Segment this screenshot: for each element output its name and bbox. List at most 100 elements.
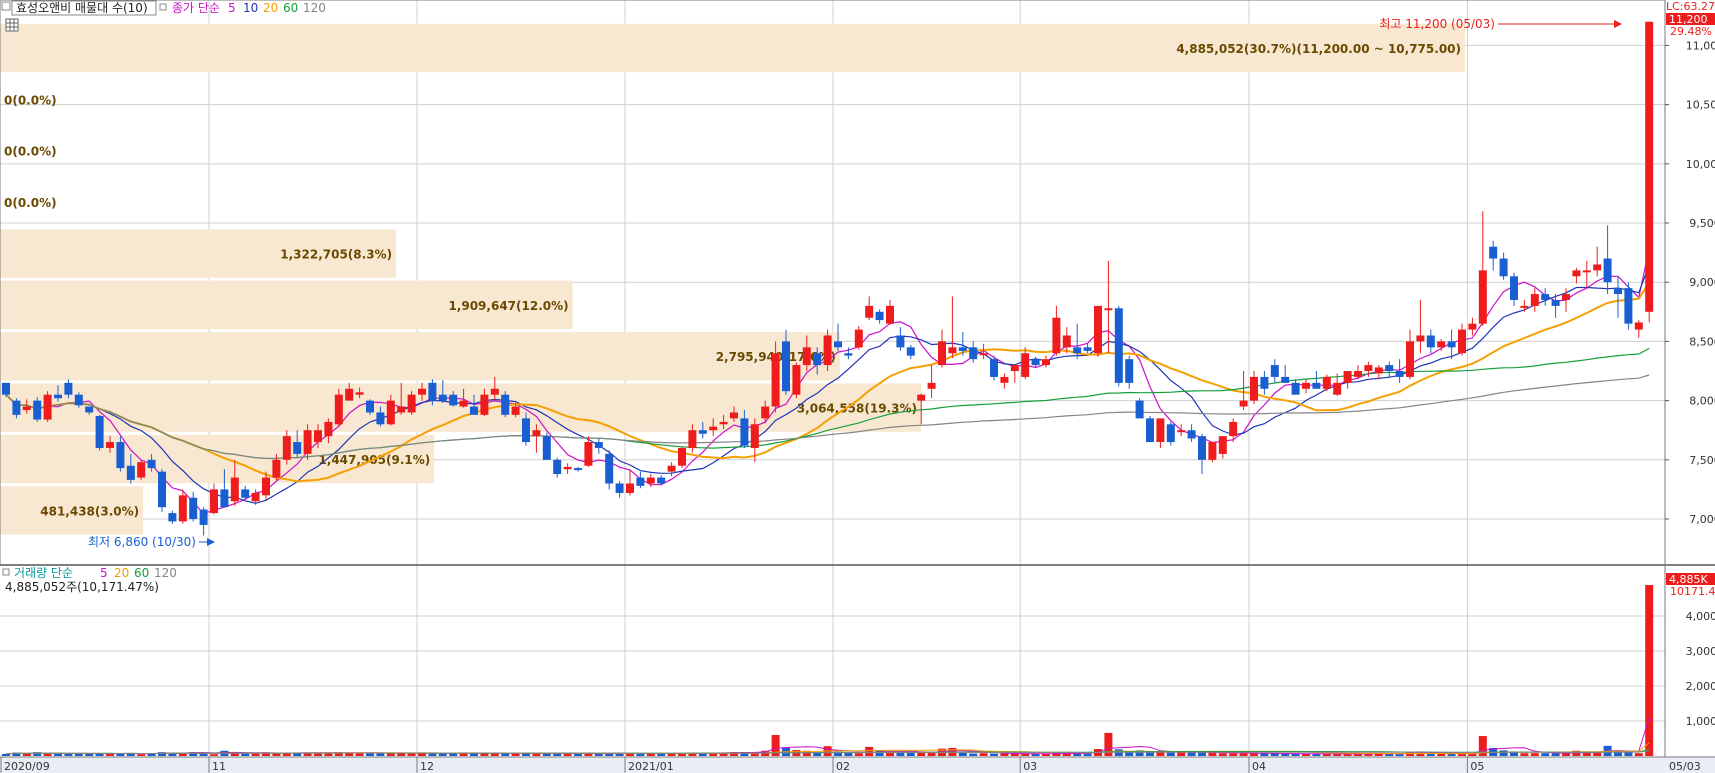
- volume-bar: [1624, 752, 1633, 756]
- candle-body: [740, 418, 749, 446]
- time-tick-label: 11: [212, 760, 226, 773]
- price-tick-label: 8,500: [1689, 335, 1715, 348]
- volume-bar: [958, 752, 967, 756]
- candle-body: [1593, 264, 1602, 271]
- price-tick-label: 10,500: [1686, 99, 1715, 112]
- table-icon[interactable]: [5, 18, 19, 32]
- candle-body: [2, 382, 10, 395]
- candle-body: [407, 394, 416, 413]
- candle-body: [397, 406, 406, 413]
- volume-profile-band: [0, 332, 840, 381]
- candle-body: [95, 416, 104, 448]
- volume-bar: [251, 753, 260, 756]
- candle-body: [220, 489, 229, 508]
- candle-body: [376, 412, 385, 425]
- volume-bar: [1520, 753, 1529, 756]
- price-tick-label: 10,000: [1686, 158, 1715, 171]
- candle-body: [854, 329, 863, 348]
- candle-body: [1042, 359, 1050, 366]
- candle-body: [813, 353, 822, 366]
- volume-bar: [1260, 753, 1269, 756]
- candle-body: [626, 483, 634, 493]
- volume-bar: [428, 753, 437, 756]
- indicator-title: 효성오앤비 매물대 수(10): [16, 1, 148, 15]
- candle-body: [615, 483, 624, 493]
- candle-body: [823, 335, 832, 366]
- candle-body: [54, 394, 62, 399]
- volume-toggle-icon[interactable]: [2, 568, 10, 576]
- volume-bar: [1239, 753, 1248, 756]
- candle-body: [1114, 308, 1123, 383]
- volume-bar: [854, 753, 863, 756]
- candle-body: [74, 394, 83, 406]
- stock-chart[interactable]: 4,885,052(30.7%)(11,200.00 ~ 10,775.00) 0…: [0, 0, 1715, 773]
- candle-body: [1489, 246, 1498, 259]
- ma-toggle-icon[interactable]: [159, 3, 167, 11]
- candle-body: [636, 477, 645, 486]
- candle-body: [1614, 288, 1622, 295]
- candle-body: [771, 353, 780, 407]
- time-tick-label: 2021/01: [628, 760, 674, 773]
- volume-bar: [1198, 752, 1206, 756]
- volume-bar: [979, 753, 988, 756]
- candle-body: [1645, 21, 1654, 312]
- candle-body: [1572, 270, 1581, 277]
- volume-tick-label: 3,000K: [1686, 645, 1715, 658]
- candle-body: [199, 509, 208, 525]
- candle-body: [1302, 382, 1310, 389]
- candle-body: [303, 430, 312, 454]
- candle-body: [64, 382, 73, 395]
- candle-body: [251, 492, 260, 502]
- volume-bar: [532, 753, 541, 756]
- volume-bar: [1645, 585, 1654, 756]
- candle-body: [886, 305, 894, 324]
- volume-bar: [2, 753, 10, 756]
- candle-body: [917, 394, 926, 401]
- candle-body: [355, 392, 364, 395]
- candle-body: [1291, 382, 1300, 395]
- volume-bar: [158, 752, 166, 756]
- candle-body: [480, 394, 489, 415]
- volume-bar: [1010, 753, 1019, 756]
- lc-label: LC:63.27: [1666, 0, 1715, 13]
- low-label: 최저 6,860 (10/30): [88, 535, 196, 549]
- panel-toggle-icon[interactable]: [1, 1, 11, 11]
- volume-bar: [1000, 753, 1009, 756]
- candle-body: [1281, 376, 1290, 383]
- volume-bar: [386, 753, 395, 756]
- ma-period-120: 120: [303, 1, 326, 15]
- candle-body: [324, 421, 333, 437]
- candle-body: [1187, 430, 1196, 439]
- candle-body: [137, 462, 146, 478]
- ma-period-20: 20: [263, 1, 278, 15]
- volume-bar: [1291, 753, 1300, 756]
- volume-bar: [1218, 753, 1227, 756]
- candle-body: [1104, 308, 1113, 311]
- candle-body: [1343, 371, 1352, 383]
- volume-bar: [1541, 753, 1550, 756]
- candle-body: [1146, 418, 1154, 443]
- volume-bar: [886, 752, 894, 756]
- candle-body: [1250, 376, 1258, 401]
- candle-body: [116, 442, 125, 469]
- candle-body: [1083, 347, 1092, 351]
- volume-bar: [1530, 753, 1539, 756]
- candle-body: [688, 430, 697, 448]
- candle-body: [1541, 294, 1550, 300]
- volume-bar: [927, 752, 936, 756]
- candle-body: [1624, 288, 1633, 324]
- candle-body: [750, 424, 759, 448]
- volume-ma-5: 5: [100, 566, 108, 580]
- candle-body: [85, 406, 94, 413]
- candle-body: [1156, 418, 1165, 443]
- volume-bar: [865, 746, 874, 756]
- price-tick-label: 7,500: [1689, 454, 1715, 467]
- volume-summary: 4,885,052주(10,171.47%): [5, 580, 159, 594]
- volume-tick-label: 1,000K: [1686, 715, 1715, 728]
- candle-body: [1551, 299, 1560, 306]
- candle-body: [262, 477, 270, 496]
- volume-profile-label: 4,885,052(30.7%)(11,200.00 ~ 10,775.00): [1176, 42, 1461, 56]
- volume-bar: [22, 753, 31, 756]
- candle-body: [792, 365, 801, 395]
- volume-bar: [262, 753, 270, 756]
